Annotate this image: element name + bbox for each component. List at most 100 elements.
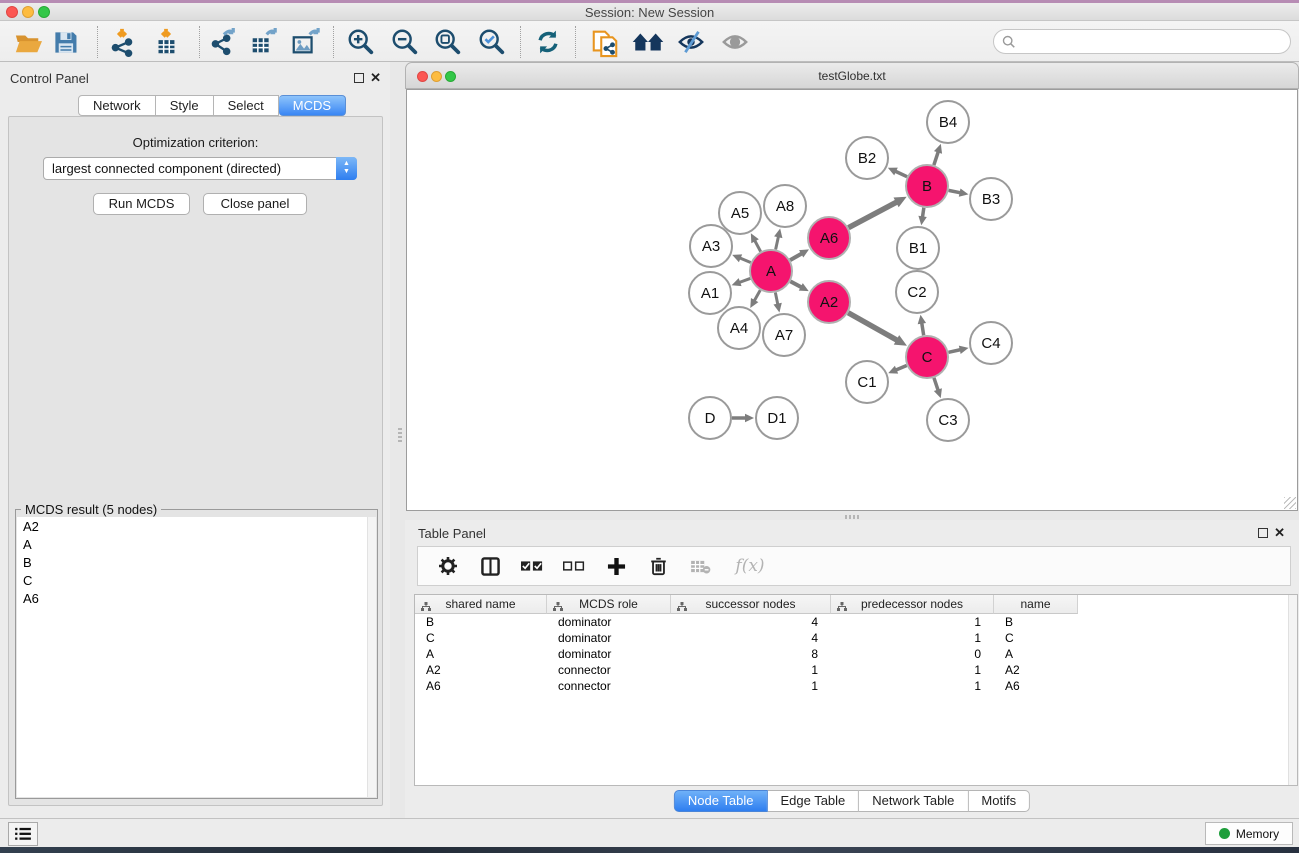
tab-edge-table[interactable]: Edge Table bbox=[767, 790, 859, 812]
cell-name[interactable]: A2 bbox=[994, 662, 1078, 678]
table-row[interactable]: Bdominator41B bbox=[415, 614, 1288, 630]
show-graphics-details-button[interactable] bbox=[718, 27, 752, 57]
tab-network-table[interactable]: Network Table bbox=[859, 790, 968, 812]
mcds-result-list[interactable]: A2ABCA6 bbox=[17, 517, 376, 797]
cell-successor-nodes[interactable]: 1 bbox=[671, 678, 831, 694]
graph-edge-A-A7[interactable] bbox=[775, 293, 777, 305]
mcds-result-item[interactable]: C bbox=[17, 571, 376, 589]
deselect-all-rows-button[interactable] bbox=[562, 554, 586, 578]
cell-successor-nodes[interactable]: 8 bbox=[671, 646, 831, 662]
mcds-result-item[interactable]: B bbox=[17, 553, 376, 571]
graph-edge-B-B2[interactable] bbox=[895, 171, 907, 177]
export-image-button[interactable] bbox=[288, 27, 322, 57]
pane-resize-handle-vertical[interactable] bbox=[398, 428, 402, 444]
column-header-predecessor-nodes[interactable]: predecessor nodes bbox=[831, 595, 994, 614]
graph-edge-A6-B[interactable] bbox=[848, 202, 897, 228]
tab-style[interactable]: Style bbox=[156, 95, 214, 116]
cell-name[interactable]: C bbox=[994, 630, 1078, 646]
float-table-panel-icon[interactable] bbox=[1258, 528, 1268, 538]
graph-edge-A2-C[interactable] bbox=[848, 313, 897, 341]
window-resize-grip[interactable] bbox=[1284, 497, 1296, 509]
import-network-button[interactable] bbox=[105, 27, 139, 57]
cell-name[interactable]: A6 bbox=[994, 678, 1078, 694]
zoom-in-button[interactable] bbox=[344, 27, 378, 57]
graph-edge-A-A3[interactable] bbox=[740, 258, 751, 263]
zoom-fit-button[interactable] bbox=[431, 27, 465, 57]
network-canvas[interactable]: B4B2BB3A5A8A6A3B1AA1C2A2A4A7C4CC1C3DD1 bbox=[406, 89, 1298, 511]
cell-mcds-role[interactable]: dominator bbox=[547, 630, 671, 646]
close-panel-button[interactable]: Close panel bbox=[203, 193, 307, 215]
save-session-button[interactable] bbox=[48, 27, 82, 57]
cell-successor-nodes[interactable]: 4 bbox=[671, 614, 831, 630]
cell-successor-nodes[interactable]: 4 bbox=[671, 630, 831, 646]
zoom-out-button[interactable] bbox=[388, 27, 422, 57]
cell-shared-name[interactable]: B bbox=[415, 614, 547, 630]
graph-edge-C-C3[interactable] bbox=[934, 378, 938, 391]
table-row[interactable]: A6connector11A6 bbox=[415, 678, 1288, 694]
close-panel-icon[interactable]: ✕ bbox=[370, 70, 381, 86]
search-input[interactable] bbox=[1021, 35, 1290, 49]
cell-shared-name[interactable]: A bbox=[415, 646, 547, 662]
graph-edge-A-A2[interactable] bbox=[790, 281, 801, 287]
cell-mcds-role[interactable]: connector bbox=[547, 662, 671, 678]
graph-edge-A-A5[interactable] bbox=[755, 240, 761, 251]
graph-edge-C-C1[interactable] bbox=[896, 365, 907, 370]
cell-predecessor-nodes[interactable]: 1 bbox=[831, 662, 994, 678]
search-field[interactable] bbox=[993, 29, 1291, 54]
cell-successor-nodes[interactable]: 1 bbox=[671, 662, 831, 678]
graph-edge-A-A4[interactable] bbox=[754, 290, 760, 301]
apply-layout-button[interactable] bbox=[531, 27, 565, 57]
cell-predecessor-nodes[interactable]: 1 bbox=[831, 630, 994, 646]
clone-network-button[interactable] bbox=[588, 27, 622, 57]
cell-name[interactable]: B bbox=[994, 614, 1078, 630]
graph-edge-A-A6[interactable] bbox=[790, 253, 802, 260]
cell-predecessor-nodes[interactable]: 1 bbox=[831, 678, 994, 694]
column-visibility-button[interactable] bbox=[478, 554, 502, 578]
cell-shared-name[interactable]: A2 bbox=[415, 662, 547, 678]
graph-edge-A-A1[interactable] bbox=[739, 278, 750, 282]
graph-edge-B-B1[interactable] bbox=[922, 208, 923, 218]
zoom-selected-button[interactable] bbox=[475, 27, 509, 57]
graph-edge-C-C2[interactable] bbox=[922, 323, 924, 336]
list-scrollbar[interactable] bbox=[367, 517, 376, 797]
table-settings-button[interactable] bbox=[436, 554, 460, 578]
run-mcds-button[interactable]: Run MCDS bbox=[93, 193, 190, 215]
apply-function-button[interactable]: f(x) bbox=[730, 554, 770, 578]
mcds-result-item[interactable]: A6 bbox=[17, 589, 376, 607]
table-scrollbar[interactable] bbox=[1288, 595, 1297, 785]
tab-network[interactable]: Network bbox=[78, 95, 156, 116]
mcds-result-item[interactable]: A2 bbox=[17, 517, 376, 535]
graph-edge-A-A8[interactable] bbox=[776, 236, 779, 249]
column-header-name[interactable]: name bbox=[994, 595, 1078, 614]
network-window-titlebar[interactable]: testGlobe.txt bbox=[405, 62, 1299, 89]
delete-column-button[interactable] bbox=[646, 554, 670, 578]
close-table-panel-icon[interactable]: ✕ bbox=[1274, 525, 1285, 541]
criterion-dropdown[interactable]: largest connected component (directed) ▲… bbox=[43, 157, 357, 180]
memory-button[interactable]: Memory bbox=[1205, 822, 1293, 845]
graph-edge-B-B3[interactable] bbox=[949, 190, 961, 192]
graph-edge-B-B4[interactable] bbox=[934, 151, 938, 165]
mcds-result-item[interactable]: A bbox=[17, 535, 376, 553]
graph-edge-C-C4[interactable] bbox=[948, 350, 960, 353]
float-panel-icon[interactable] bbox=[354, 73, 364, 83]
cell-shared-name[interactable]: C bbox=[415, 630, 547, 646]
cell-predecessor-nodes[interactable]: 1 bbox=[831, 614, 994, 630]
cell-mcds-role[interactable]: dominator bbox=[547, 614, 671, 630]
cell-mcds-role[interactable]: dominator bbox=[547, 646, 671, 662]
tab-node-table[interactable]: Node Table bbox=[674, 790, 768, 812]
delete-table-button[interactable] bbox=[688, 554, 712, 578]
export-table-button[interactable] bbox=[246, 27, 280, 57]
table-row[interactable]: Cdominator41C bbox=[415, 630, 1288, 646]
hide-graphics-details-button[interactable] bbox=[674, 27, 708, 57]
pane-resize-handle-horizontal[interactable] bbox=[845, 515, 861, 519]
tab-select[interactable]: Select bbox=[214, 95, 279, 116]
cell-predecessor-nodes[interactable]: 0 bbox=[831, 646, 994, 662]
open-session-button[interactable] bbox=[11, 27, 45, 57]
table-row[interactable]: Adominator80A bbox=[415, 646, 1288, 662]
select-all-rows-button[interactable] bbox=[520, 554, 544, 578]
home-button[interactable] bbox=[631, 27, 665, 57]
tab-mcds[interactable]: MCDS bbox=[279, 95, 346, 116]
export-network-button[interactable] bbox=[205, 27, 239, 57]
column-header-mcds-role[interactable]: MCDS role bbox=[547, 595, 671, 614]
import-table-button[interactable] bbox=[149, 27, 183, 57]
